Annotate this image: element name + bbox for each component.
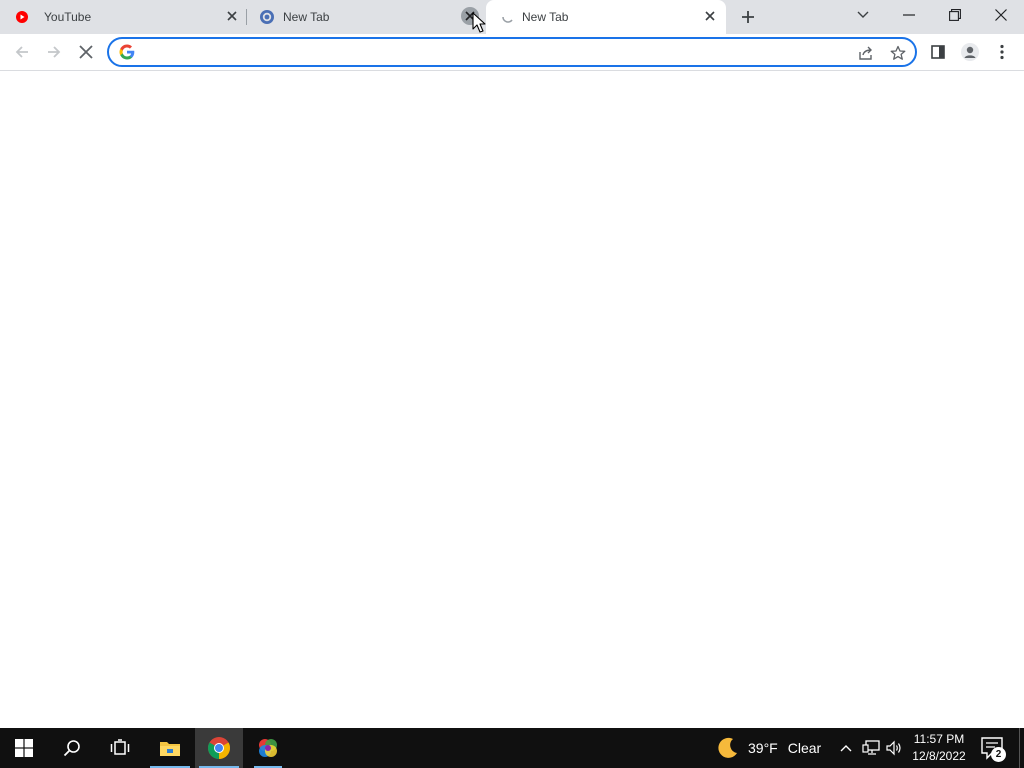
forward-button[interactable]	[40, 38, 68, 66]
weather-condition: Clear	[787, 740, 822, 756]
youtube-icon	[14, 9, 30, 25]
page-content	[0, 71, 1024, 728]
profile-avatar-icon	[961, 43, 979, 61]
plus-icon	[742, 11, 754, 23]
back-arrow-icon	[15, 46, 28, 58]
notification-badge: 2	[991, 747, 1006, 762]
forward-arrow-icon	[48, 46, 61, 58]
mouse-cursor-icon	[472, 12, 486, 33]
volume-icon[interactable]	[884, 738, 904, 758]
close-icon[interactable]	[223, 7, 241, 25]
chrome-custom-icon	[259, 9, 275, 25]
windows-logo-icon	[15, 739, 33, 757]
chevron-up-icon[interactable]	[836, 738, 856, 758]
weather-widget[interactable]: 39°F Clear	[716, 728, 821, 768]
profile-button[interactable]	[956, 38, 984, 66]
folder-icon	[160, 742, 180, 756]
toolbar	[0, 34, 1024, 71]
restore-button[interactable]	[932, 0, 978, 30]
stop-loading-button[interactable]	[72, 38, 100, 66]
clock-date: 12/8/2022	[912, 749, 966, 763]
close-icon	[995, 9, 1007, 21]
tab-strip: YouTube New Tab New Tab	[0, 0, 1024, 34]
weather-temp: 39°F	[748, 740, 778, 756]
taskbar: 39°F Clear 11:57 PM 12/8/2022 2	[0, 728, 1024, 768]
stop-x-icon	[79, 45, 93, 59]
color-app-button[interactable]	[244, 728, 292, 768]
search-icon	[63, 740, 80, 757]
chrome-icon	[208, 737, 230, 759]
moon-icon	[718, 737, 737, 758]
chevron-down-icon	[857, 11, 869, 18]
back-button[interactable]	[8, 38, 36, 66]
loading-spinner-icon	[500, 9, 516, 25]
tab-title: YouTube	[44, 10, 92, 24]
show-desktop-button[interactable]	[1019, 728, 1020, 768]
color-wheel-icon	[259, 739, 277, 757]
system-clock[interactable]: 11:57 PM 12/8/2022	[904, 731, 974, 765]
kebab-menu-icon	[1000, 44, 1004, 60]
restore-icon	[949, 9, 961, 21]
tab-title: New Tab	[522, 10, 569, 24]
task-view-icon	[110, 739, 130, 755]
search-button[interactable]	[48, 728, 96, 768]
close-icon[interactable]	[701, 7, 719, 25]
address-input[interactable]	[143, 43, 843, 61]
tab-youtube[interactable]: YouTube	[0, 0, 244, 34]
minimize-icon	[903, 14, 915, 16]
menu-button[interactable]	[988, 38, 1016, 66]
close-window-button[interactable]	[978, 0, 1024, 30]
tab-title: New Tab	[283, 10, 330, 24]
tab-search-button[interactable]	[840, 0, 886, 30]
start-button[interactable]	[0, 728, 48, 768]
bookmark-star-icon[interactable]	[887, 42, 909, 64]
new-tab-button[interactable]	[736, 5, 760, 29]
share-icon[interactable]	[855, 42, 877, 64]
network-icon[interactable]	[861, 738, 881, 758]
minimize-button[interactable]	[886, 0, 932, 30]
clock-time: 11:57 PM	[913, 732, 965, 746]
side-panel-icon	[931, 45, 945, 59]
tab-new-tab-active[interactable]: New Tab	[486, 0, 726, 34]
screen: YouTube New Tab New Tab 39°F Clear 11:57…	[0, 0, 1024, 768]
address-bar[interactable]	[107, 37, 917, 67]
file-explorer-button[interactable]	[146, 728, 194, 768]
google-g-icon	[119, 44, 135, 60]
side-panel-button[interactable]	[924, 38, 952, 66]
tab-new-tab-1[interactable]: New Tab	[246, 0, 486, 34]
task-view-button[interactable]	[96, 728, 144, 768]
chrome-taskbar-button[interactable]	[195, 728, 243, 768]
